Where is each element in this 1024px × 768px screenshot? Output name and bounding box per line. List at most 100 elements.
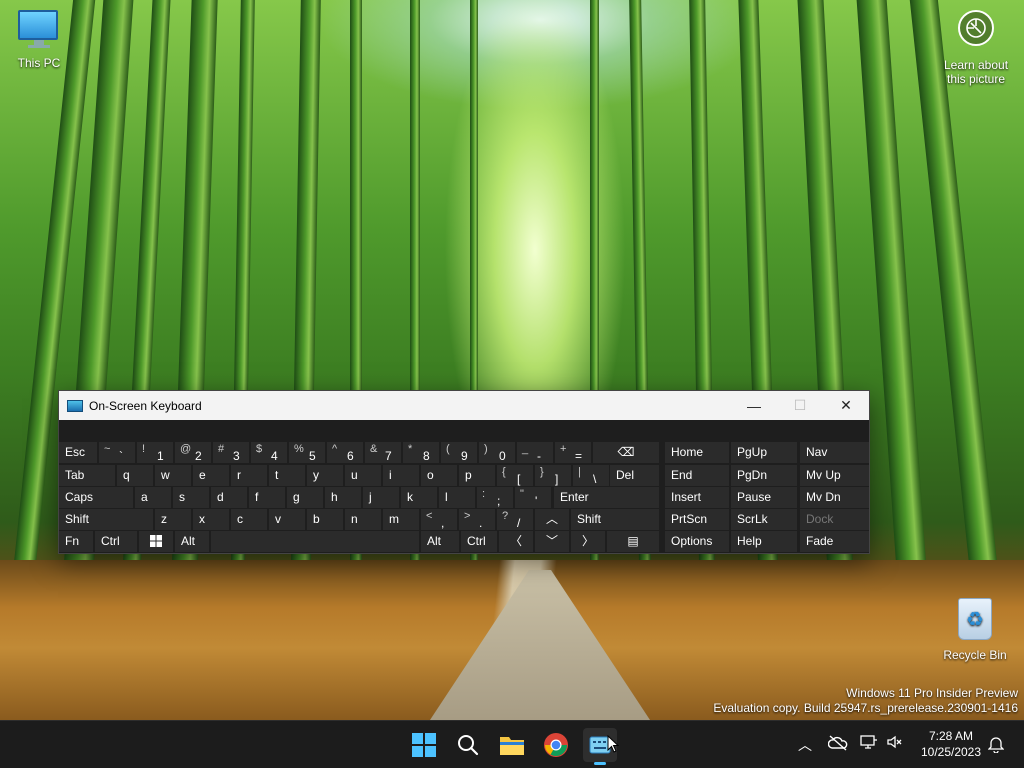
key-w[interactable]: w <box>155 465 191 486</box>
key-z[interactable]: z <box>155 509 191 530</box>
network-volume-button[interactable] <box>860 734 902 750</box>
key-alt-left[interactable]: Alt <box>175 531 209 552</box>
key-m[interactable]: m <box>383 509 419 530</box>
key-right[interactable]: 〉 <box>571 531 605 552</box>
key-fade[interactable]: Fade <box>800 531 869 552</box>
key-caps[interactable]: Caps <box>59 487 133 508</box>
key-a[interactable]: a <box>135 487 171 508</box>
key-digit-3[interactable]: #3 <box>213 442 249 463</box>
key-u[interactable]: u <box>345 465 381 486</box>
key-bracket-0[interactable]: {[ <box>497 465 533 486</box>
key-windows[interactable] <box>139 531 173 552</box>
key-l[interactable]: l <box>439 487 475 508</box>
key-f[interactable]: f <box>249 487 285 508</box>
key-dock[interactable]: Dock <box>800 509 869 530</box>
key-menu[interactable]: ▤ <box>607 531 659 552</box>
key-del[interactable]: Del <box>610 465 659 486</box>
key-p[interactable]: p <box>459 465 495 486</box>
clock[interactable]: 7:28 AM 10/25/2023 <box>916 728 986 760</box>
onedrive-button[interactable] <box>827 735 848 754</box>
show-hidden-icons-button[interactable]: ︿ <box>798 735 812 755</box>
key-g[interactable]: g <box>287 487 323 508</box>
key-digit-2[interactable]: @2 <box>175 442 211 463</box>
key-options[interactable]: Options <box>665 531 729 552</box>
key-digit-8[interactable]: * 8 <box>403 442 439 463</box>
notifications-button[interactable] <box>987 735 1005 756</box>
maximize-button[interactable]: ☐ <box>777 391 823 420</box>
key-enter[interactable]: Enter <box>554 487 659 508</box>
key-bracket-1[interactable]: }] <box>535 465 571 486</box>
key-bracket-2[interactable]: | \ <box>573 465 609 486</box>
recycle-bin-desktop-icon[interactable]: ♻ Recycle Bin <box>942 598 1008 662</box>
key-b[interactable]: b <box>307 509 343 530</box>
key-v[interactable]: v <box>269 509 305 530</box>
key-scrlk[interactable]: ScrLk <box>731 509 797 530</box>
key-punct4-0[interactable]: <, <box>421 509 457 530</box>
key-insert[interactable]: Insert <box>665 487 729 508</box>
key-punct4-1[interactable]: >. <box>459 509 495 530</box>
key-d[interactable]: d <box>211 487 247 508</box>
key-end[interactable]: End <box>665 465 729 486</box>
learn-about-picture-icon[interactable]: Learn about this picture <box>938 10 1014 86</box>
key-x[interactable]: x <box>193 509 229 530</box>
key-q[interactable]: q <box>117 465 153 486</box>
key-home[interactable]: Home <box>665 442 729 463</box>
key-ctrl-left[interactable]: Ctrl <box>95 531 137 552</box>
key-mvdn[interactable]: Mv Dn <box>800 487 869 508</box>
key-k[interactable]: k <box>401 487 437 508</box>
key-o[interactable]: o <box>421 465 457 486</box>
key-fn[interactable]: Fn <box>59 531 93 552</box>
key-digit-12[interactable]: + = <box>555 442 591 463</box>
key-digit-9[interactable]: (9 <box>441 442 477 463</box>
key-help[interactable]: Help <box>731 531 797 552</box>
key-pgdn[interactable]: PgDn <box>731 465 797 486</box>
key-nav[interactable]: Nav <box>800 442 869 463</box>
key-digit-7[interactable]: & 7 <box>365 442 401 463</box>
close-button[interactable]: ✕ <box>823 391 869 420</box>
chrome-button[interactable] <box>539 728 573 762</box>
key-h[interactable]: h <box>325 487 361 508</box>
key-mvup[interactable]: Mv Up <box>800 465 869 486</box>
key-punct4-2[interactable]: ? / <box>497 509 533 530</box>
osk-titlebar[interactable]: On-Screen Keyboard — ☐ ✕ <box>59 391 869 420</box>
key-shift-left[interactable]: Shift <box>59 509 153 530</box>
key-pgup[interactable]: PgUp <box>731 442 797 463</box>
search-button[interactable] <box>451 728 485 762</box>
key-punct-0[interactable]: :; <box>477 487 513 508</box>
key-backspace[interactable]: ⌫ <box>593 442 659 463</box>
key-digit-10[interactable]: ) 0 <box>479 442 515 463</box>
key-r[interactable]: r <box>231 465 267 486</box>
key-t[interactable]: t <box>269 465 305 486</box>
key-left[interactable]: 〈 <box>499 531 533 552</box>
key-s[interactable]: s <box>173 487 209 508</box>
key-digit-0[interactable]: ~ ` <box>99 442 135 463</box>
key-digit-1[interactable]: ! 1 <box>137 442 173 463</box>
key-punct-1[interactable]: " ' <box>515 487 551 508</box>
key-digit-4[interactable]: $4 <box>251 442 287 463</box>
key-shift-label: ( <box>446 443 450 455</box>
key-prtscn[interactable]: PrtScn <box>665 509 729 530</box>
key-ctrl-right[interactable]: Ctrl <box>461 531 497 552</box>
key-esc[interactable]: Esc <box>59 442 97 463</box>
key-space[interactable] <box>211 531 419 552</box>
key-j[interactable]: j <box>363 487 399 508</box>
key-shift-right[interactable]: Shift <box>571 509 659 530</box>
key-digit-5[interactable]: % 5 <box>289 442 325 463</box>
key-tab[interactable]: Tab <box>59 465 115 486</box>
key-down[interactable]: ﹀ <box>535 531 569 552</box>
key-c[interactable]: c <box>231 509 267 530</box>
key-n[interactable]: n <box>345 509 381 530</box>
file-explorer-button[interactable] <box>495 728 529 762</box>
key-alt-right[interactable]: Alt <box>421 531 459 552</box>
key-pause[interactable]: Pause <box>731 487 797 508</box>
key-up[interactable]: ︿ <box>535 509 569 530</box>
minimize-button[interactable]: — <box>731 391 777 420</box>
key-digit-6[interactable]: ^ 6 <box>327 442 363 463</box>
key-y[interactable]: y <box>307 465 343 486</box>
key-i[interactable]: i <box>383 465 419 486</box>
on-screen-keyboard-window[interactable]: On-Screen Keyboard — ☐ ✕ Esc ⌫ Tab Del C… <box>58 390 870 554</box>
start-button[interactable] <box>407 728 441 762</box>
key-e[interactable]: e <box>193 465 229 486</box>
key-digit-11[interactable]: _ - <box>517 442 553 463</box>
this-pc-desktop-icon[interactable]: This PC <box>14 10 64 70</box>
